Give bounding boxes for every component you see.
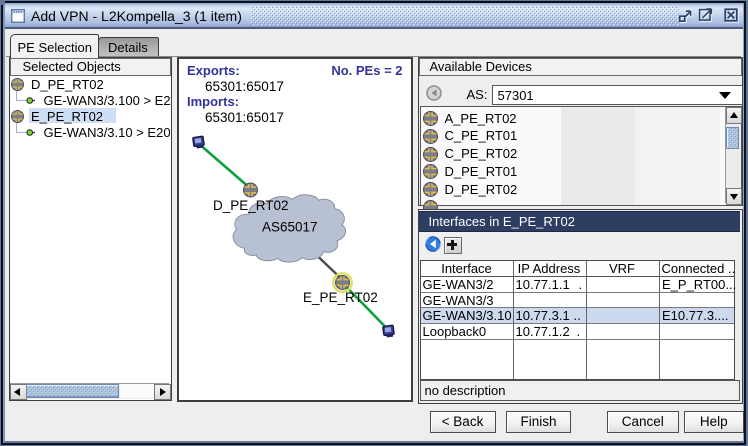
svg-text:AS65017: AS65017 — [262, 219, 318, 234]
